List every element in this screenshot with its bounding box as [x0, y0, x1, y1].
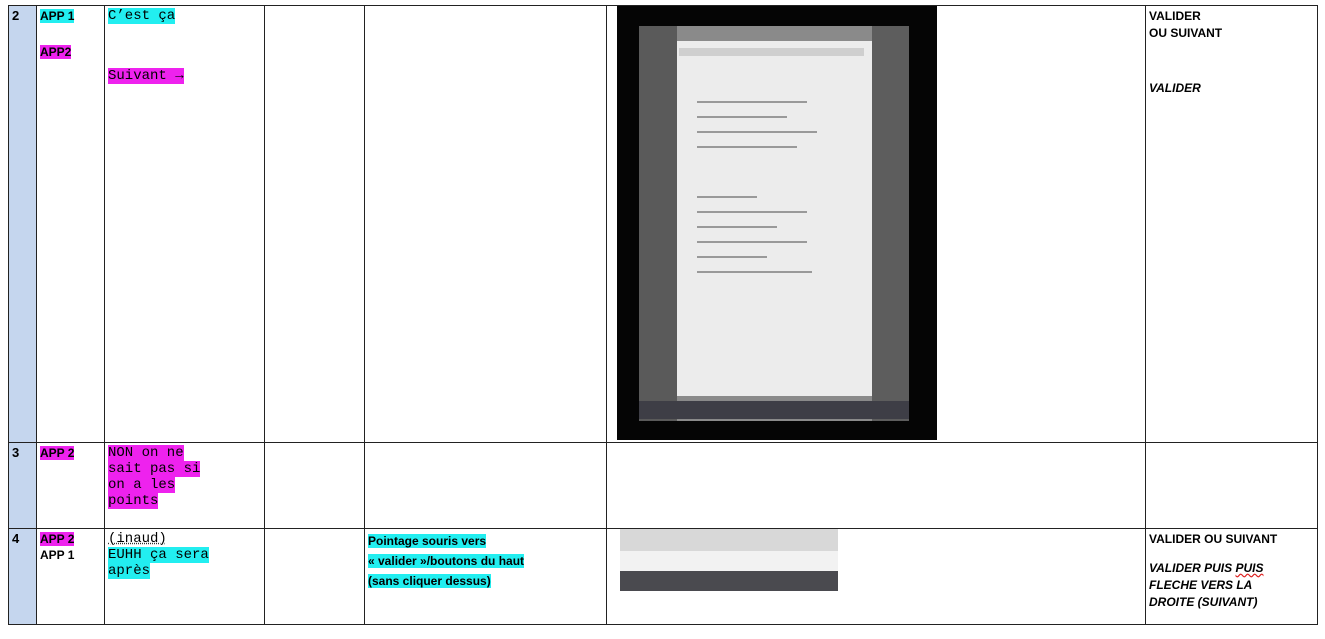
table-row: 3 APP 2 NON on ne sait pas si on a les p… [8, 442, 1318, 529]
empty-cell [264, 442, 365, 529]
result-italic: VALIDER PUIS PUIS FLECHE VERS LA [1149, 561, 1264, 592]
utterance-text: Suivant → [108, 68, 184, 84]
result-text: OU SUIVANT [1149, 26, 1223, 40]
row-number: 2 [8, 5, 37, 443]
result-cell: VALIDER OU SUIVANT VALIDER PUIS PUIS FLE… [1145, 528, 1318, 625]
speaker-label: APP2 [40, 45, 72, 59]
image-cell [606, 442, 1146, 529]
speaker-cell: APP 2 APP 1 [36, 528, 105, 625]
speaker-label: APP 1 [40, 548, 75, 562]
action-text: Pointage souris vers [368, 534, 487, 548]
utterance-cell: (inaud) EUHH ça sera après [104, 528, 265, 625]
empty-cell [264, 528, 365, 625]
action-text: « valider »/boutons du haut [368, 554, 525, 568]
transcript-table: 2 APP 1 APP2 C’est ça Suivant → VALIDER … [8, 5, 1318, 625]
row-number: 4 [8, 528, 37, 625]
utterance-cell: NON on ne sait pas si on a les points [104, 442, 265, 529]
image-cell [606, 5, 1146, 443]
utterance-text: points [108, 493, 159, 509]
image-cell [606, 528, 1146, 625]
speaker-label: APP 2 [40, 446, 75, 460]
table-row: 2 APP 1 APP2 C’est ça Suivant → VALIDER … [8, 5, 1318, 443]
row-number: 3 [8, 442, 37, 529]
utterance-text: NON on ne [108, 445, 184, 461]
action-cell [364, 442, 607, 529]
speaker-label: APP 2 [40, 532, 75, 546]
speaker-cell: APP 1 APP2 [36, 5, 105, 443]
utterance-text: sait pas si [108, 461, 201, 477]
result-cell: VALIDER OU SUIVANT VALIDER [1145, 5, 1318, 443]
screen-photo [617, 6, 937, 440]
utterance-text: EUHH ça sera [108, 547, 209, 563]
result-italic: DROITE (SUIVANT) [1149, 595, 1258, 609]
result-cell [1145, 442, 1318, 529]
result-italic: VALIDER [1149, 81, 1201, 95]
utterance-text: C’est ça [108, 8, 176, 24]
action-text: (sans cliquer dessus) [368, 574, 491, 588]
action-cell [364, 5, 607, 443]
utterance-text: après [108, 563, 151, 579]
utterance-cell: C’est ça Suivant → [104, 5, 265, 443]
speaker-label: APP 1 [40, 9, 75, 23]
result-text: VALIDER OU SUIVANT [1149, 532, 1278, 546]
screen-photo-crop [620, 529, 838, 591]
result-text: VALIDER [1149, 9, 1201, 23]
action-cell: Pointage souris vers « valider »/boutons… [364, 528, 607, 625]
table-row: 4 APP 2 APP 1 (inaud) EUHH ça sera après… [8, 528, 1318, 625]
utterance-text: on a les [108, 477, 176, 493]
empty-cell [264, 5, 365, 443]
speaker-cell: APP 2 [36, 442, 105, 529]
utterance-text: (inaud) [108, 531, 167, 547]
